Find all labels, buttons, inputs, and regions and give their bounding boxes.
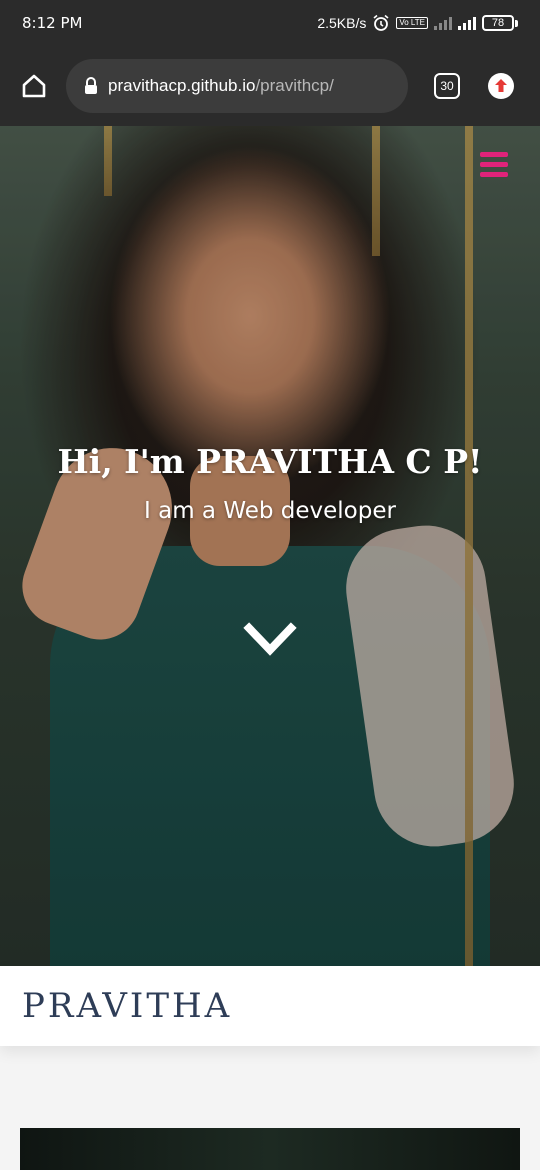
chevron-down-icon[interactable] bbox=[243, 620, 297, 660]
status-time: 8:12 PM bbox=[22, 14, 83, 32]
hero-title: Hi, I'm PRAVITHA C P! bbox=[57, 442, 483, 481]
menu-icon-bar bbox=[480, 152, 508, 157]
browser-toolbar: pravithacp.github.io/pravithcp/ 30 bbox=[0, 46, 540, 126]
update-icon bbox=[489, 74, 513, 98]
url-host: pravithacp.github.io bbox=[108, 76, 256, 95]
next-section-image bbox=[20, 1128, 520, 1170]
menu-icon-bar bbox=[480, 172, 508, 177]
update-button[interactable] bbox=[488, 73, 514, 99]
signal-icon-1 bbox=[434, 16, 452, 30]
lock-icon bbox=[85, 77, 97, 94]
alarm-icon bbox=[373, 14, 389, 31]
menu-button[interactable] bbox=[480, 152, 508, 182]
brand-name[interactable]: PRAVITHA bbox=[22, 986, 232, 1026]
battery-level: 78 bbox=[482, 15, 514, 31]
hero-section: Hi, I'm PRAVITHA C P! I am a Web develop… bbox=[0, 126, 540, 966]
hero-subtitle: I am a Web developer bbox=[144, 498, 396, 524]
hero-overlay bbox=[0, 126, 540, 966]
home-button[interactable] bbox=[16, 68, 52, 104]
battery-icon: 78 bbox=[482, 15, 518, 31]
status-indicators: 2.5KB/s Vo LTE 78 bbox=[317, 14, 518, 32]
tab-switcher-button[interactable]: 30 bbox=[434, 73, 460, 99]
status-bar: 8:12 PM 2.5KB/s Vo LTE 78 bbox=[0, 0, 540, 46]
signal-icon-2 bbox=[458, 16, 476, 30]
network-speed: 2.5KB/s bbox=[317, 15, 367, 31]
site-header: PRAVITHA bbox=[0, 966, 540, 1046]
volte-badge: Vo LTE bbox=[396, 17, 428, 29]
home-icon bbox=[22, 74, 46, 98]
address-bar[interactable]: pravithacp.github.io/pravithcp/ bbox=[66, 59, 408, 113]
menu-icon-bar bbox=[480, 162, 508, 167]
url-path: /pravithcp/ bbox=[255, 76, 334, 95]
